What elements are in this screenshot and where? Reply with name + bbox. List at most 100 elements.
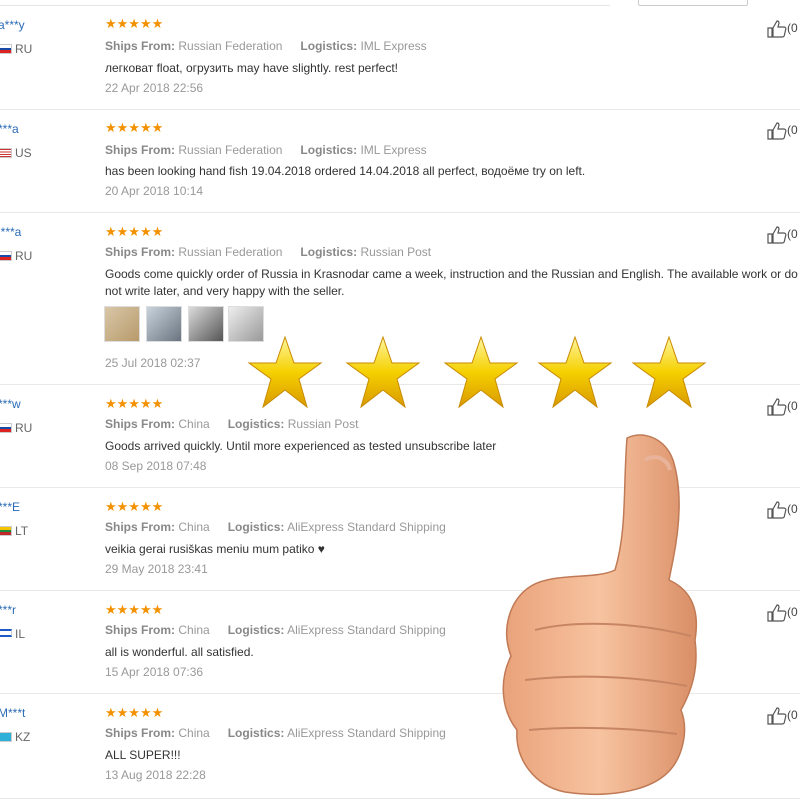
reviewer-name[interactable]: M***t — [0, 706, 25, 720]
ships-from-label: Ships From: — [105, 39, 176, 53]
review-photo[interactable] — [146, 306, 182, 342]
flag-icon — [0, 629, 12, 637]
flag-icon — [0, 526, 12, 536]
review-text: легковат float, огрузить may have slight… — [105, 61, 398, 75]
review-text: Goods come quickly order of Russia in Kr… — [105, 267, 798, 281]
rating-stars: ★★★★★ — [105, 16, 164, 31]
thumbs-up-icon — [767, 226, 787, 244]
like-button[interactable]: (0 — [767, 20, 798, 38]
like-count: (0 — [787, 227, 798, 242]
like-button[interactable]: (0 — [767, 604, 798, 622]
ships-from-label: Ships From: — [105, 143, 176, 157]
logistics-value: Russian Post — [287, 417, 359, 431]
rating-stars: ★★★★★ — [105, 396, 164, 411]
reviewer-name[interactable]: l***a — [0, 225, 21, 239]
like-button[interactable]: (0 — [767, 501, 798, 519]
thumbs-up-hand-icon — [502, 434, 698, 796]
like-button[interactable]: (0 — [767, 226, 798, 244]
ships-from-label: Ships From: — [105, 520, 176, 534]
like-count: (0 — [787, 399, 798, 414]
review-text: Goods arrived quickly. Until more experi… — [105, 439, 497, 453]
logistics-label: Logistics: — [300, 39, 358, 53]
logistics-value: IML Express — [360, 39, 427, 53]
thumbs-up-icon — [767, 707, 787, 725]
thumbs-up-icon — [767, 398, 787, 416]
shipping-info: Ships From: China Logistics: AliExpress S… — [105, 520, 446, 534]
review-date: 25 Jul 2018 02:37 — [105, 356, 201, 370]
thumbs-up-icon — [767, 604, 787, 622]
rating-stars: ★★★★★ — [105, 120, 164, 135]
like-button[interactable]: (0 — [767, 707, 798, 725]
logistics-value: AliExpress Standard Shipping — [287, 623, 446, 637]
logistics-value: AliExpress Standard Shipping — [287, 520, 446, 534]
star-icon — [247, 335, 323, 409]
like-count: (0 — [787, 502, 798, 517]
ships-from-value: China — [178, 623, 210, 637]
review-date: 13 Aug 2018 22:28 — [105, 768, 206, 782]
like-count: (0 — [787, 123, 798, 138]
ships-from-value: China — [178, 520, 210, 534]
logistics-value: IML Express — [360, 143, 427, 157]
review-date: 20 Apr 2018 10:14 — [105, 184, 204, 198]
country-code: KZ — [15, 730, 31, 744]
rating-stars: ★★★★★ — [105, 602, 164, 617]
review-date: 22 Apr 2018 22:56 — [105, 81, 204, 95]
like-button[interactable]: (0 — [767, 398, 798, 416]
ships-from-value: Russian Federation — [178, 39, 283, 53]
review-item: a***y RU ★★★★★ Ships From: Russian Feder… — [0, 6, 800, 110]
ships-from-label: Ships From: — [105, 245, 176, 259]
country-code: RU — [15, 421, 33, 435]
thumbs-up-icon — [767, 20, 787, 38]
review-text: all is wonderful. all satisfied. — [105, 645, 254, 659]
country-code: RU — [15, 42, 33, 56]
reviewer-name[interactable]: ***E — [0, 500, 20, 514]
shipping-info: Ships From: Russian Federation Logistics:… — [105, 245, 431, 259]
shipping-info: Ships From: China Logistics: AliExpress S… — [105, 726, 446, 740]
ships-from-label: Ships From: — [105, 726, 176, 740]
ships-from-label: Ships From: — [105, 417, 176, 431]
rating-stars: ★★★★★ — [105, 705, 164, 720]
ships-from-value: Russian Federation — [178, 245, 283, 259]
logistics-label: Logistics: — [227, 520, 285, 534]
rating-stars: ★★★★★ — [105, 224, 164, 239]
logistics-label: Logistics: — [300, 143, 358, 157]
star-icon — [631, 335, 707, 409]
review-text: ALL SUPER!!! — [105, 748, 181, 762]
review-text: veikia gerai rusiškas meniu mum patiko ♥ — [105, 542, 325, 556]
flag-icon — [0, 251, 12, 261]
shipping-info: Ships From: China Logistics: Russian Post — [105, 417, 358, 431]
logistics-label: Logistics: — [300, 245, 358, 259]
review-text-line2: not write later, and very happy with the… — [105, 284, 345, 298]
shipping-info: Ships From: Russian Federation Logistics:… — [105, 143, 427, 157]
five-star-overlay — [247, 335, 707, 409]
ships-from-value: China — [178, 417, 210, 431]
like-button[interactable]: (0 — [767, 122, 798, 140]
thumbs-up-icon — [767, 122, 787, 140]
reviewer-name[interactable]: ***a — [0, 122, 19, 136]
reviewer-name[interactable]: a***y — [0, 18, 25, 32]
shipping-info: Ships From: Russian Federation Logistics:… — [105, 39, 427, 53]
review-text: has been looking hand fish 19.04.2018 or… — [105, 164, 586, 178]
country-code: IL — [15, 627, 26, 641]
logistics-value: Russian Post — [360, 245, 432, 259]
shipping-info: Ships From: China Logistics: AliExpress S… — [105, 623, 446, 637]
review-photo[interactable] — [188, 306, 224, 342]
reviewer-name[interactable]: ***r — [0, 603, 16, 617]
logistics-label: Logistics: — [227, 417, 285, 431]
review-photo[interactable] — [104, 306, 140, 342]
thumbs-up-icon — [767, 501, 787, 519]
logistics-label: Logistics: — [227, 726, 285, 740]
star-icon — [443, 335, 519, 409]
star-icon — [345, 335, 421, 409]
country-code: LT — [15, 524, 29, 538]
flag-icon — [0, 423, 12, 433]
flag-icon — [0, 148, 12, 158]
like-count: (0 — [787, 605, 798, 620]
ships-from-value: Russian Federation — [178, 143, 283, 157]
like-count: (0 — [787, 708, 798, 723]
flag-icon — [0, 44, 12, 54]
review-date: 08 Sep 2018 07:48 — [105, 459, 207, 473]
logistics-label: Logistics: — [227, 623, 285, 637]
review-item: ***a US ★★★★★ Ships From: Russian Federa… — [0, 110, 800, 213]
reviewer-name[interactable]: ***w — [0, 397, 21, 411]
